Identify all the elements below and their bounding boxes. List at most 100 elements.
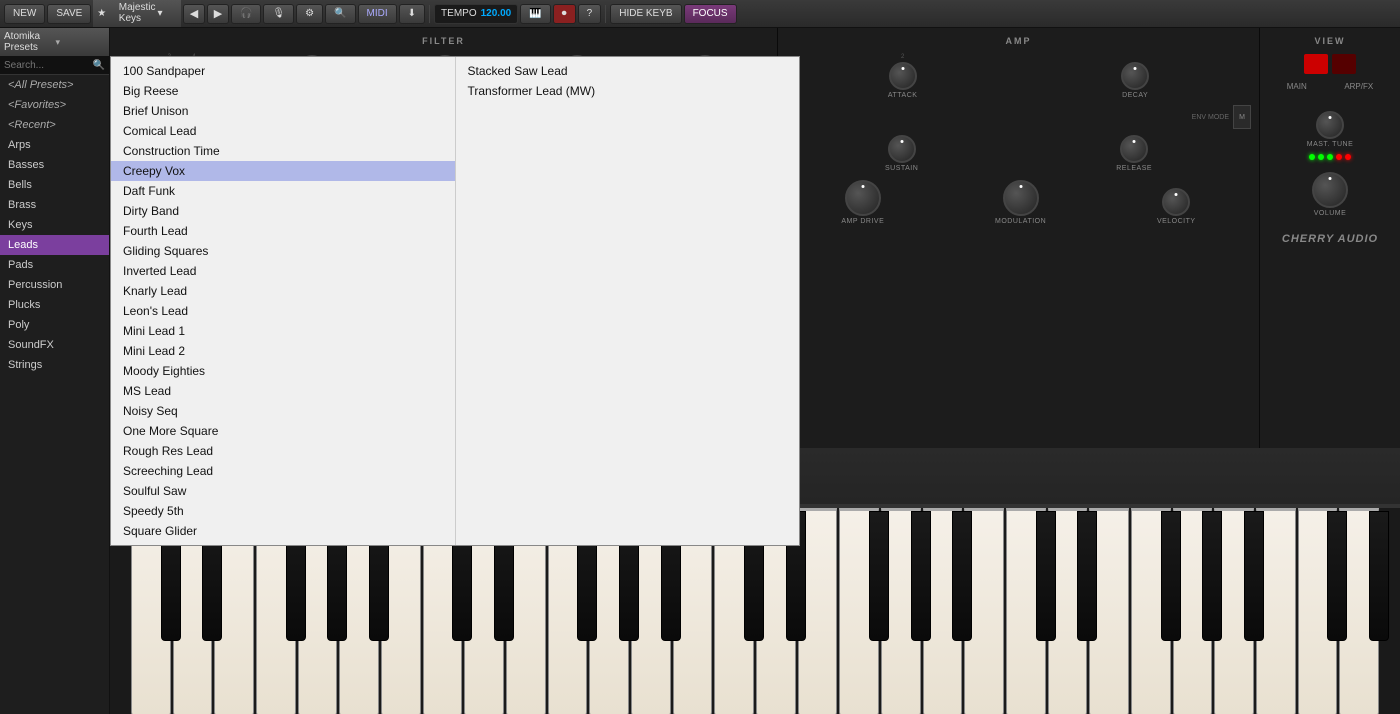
help-icon[interactable]: ? — [578, 4, 602, 24]
dropdown-item[interactable]: Speedy 5th — [111, 501, 455, 521]
amp-drive-knob[interactable] — [845, 180, 881, 216]
mast-tune-knob[interactable] — [1316, 111, 1344, 139]
led-row — [1268, 154, 1392, 160]
arp-fx-view-button[interactable] — [1332, 54, 1356, 74]
black-key[interactable] — [1369, 511, 1389, 641]
dropdown-item[interactable]: Big Reese — [111, 81, 455, 101]
mic-icon[interactable]: 🎙 — [263, 4, 294, 24]
amp-decay-container: DECAY — [1121, 62, 1149, 99]
nav-next-button[interactable]: ▶ — [207, 4, 229, 24]
main-area: Atomika Presets ▾ 🔍 <All Presets><Favori… — [0, 28, 1400, 714]
black-key[interactable] — [869, 511, 889, 641]
white-key[interactable] — [839, 508, 879, 714]
main-view-button[interactable] — [1304, 54, 1328, 74]
amp-release-knob[interactable] — [1120, 135, 1148, 163]
new-button[interactable]: NEW — [4, 4, 45, 24]
headphones-icon[interactable]: 🎧 — [231, 4, 261, 24]
dropdown-item[interactable]: Noisy Seq — [111, 401, 455, 421]
dropdown-item[interactable]: Screeching Lead — [111, 461, 455, 481]
dropdown-item[interactable]: Comical Lead — [111, 121, 455, 141]
black-key[interactable] — [1036, 511, 1056, 641]
category-item-bells[interactable]: Bells — [0, 175, 109, 195]
category-item-plucks[interactable]: Plucks — [0, 295, 109, 315]
bank-chevron: ▾ — [56, 37, 106, 48]
dropdown-item[interactable]: Leon's Lead — [111, 301, 455, 321]
search-icon[interactable]: 🔍 — [325, 4, 355, 24]
category-item-soundfx[interactable]: SoundFX — [0, 335, 109, 355]
category-item-basses[interactable]: Basses — [0, 155, 109, 175]
white-key[interactable] — [1298, 508, 1338, 714]
category-item-brass[interactable]: Brass — [0, 195, 109, 215]
led-red-1 — [1336, 154, 1342, 160]
midi-icon[interactable]: MIDI — [358, 4, 397, 24]
black-key[interactable] — [1161, 511, 1181, 641]
amp-decay-knob[interactable] — [1121, 62, 1149, 90]
divider2 — [605, 5, 606, 23]
white-key[interactable] — [1131, 508, 1171, 714]
dropdown-item[interactable]: Fourth Lead — [111, 221, 455, 241]
category-item-keys[interactable]: Keys — [0, 215, 109, 235]
hide-keyb-button[interactable]: HIDE KEYB — [610, 4, 681, 24]
view-title: VIEW — [1268, 36, 1392, 46]
white-key[interactable] — [1006, 508, 1046, 714]
led-green-2 — [1318, 154, 1324, 160]
dropdown-item[interactable]: Soulful Saw — [111, 481, 455, 501]
dropdown-item[interactable]: Dirty Band — [111, 201, 455, 221]
dropdown-item[interactable]: Moody Eighties — [111, 361, 455, 381]
dropdown-item[interactable]: Mini Lead 2 — [111, 341, 455, 361]
dropdown-item[interactable]: 100 Sandpaper — [111, 61, 455, 81]
view-btn-row — [1268, 54, 1392, 74]
plugin-icon[interactable]: ⬇ — [399, 4, 425, 24]
dropdown-item[interactable]: Transformer Lead (MW) — [456, 81, 800, 101]
settings-icon[interactable]: ⚙ — [296, 4, 323, 24]
amp-release-container: RELEASE — [1116, 135, 1152, 172]
modulation-container: MODULATION — [995, 180, 1046, 225]
category-item-arps[interactable]: Arps — [0, 135, 109, 155]
nav-prev-button[interactable]: ◀ — [183, 4, 205, 24]
amp-sustain-knob[interactable] — [888, 135, 916, 163]
amp-velocity-knob[interactable] — [1162, 188, 1190, 216]
dropdown-item[interactable]: Knarly Lead — [111, 281, 455, 301]
modulation-knob[interactable] — [1003, 180, 1039, 216]
dropdown-item[interactable]: Square Glider — [111, 521, 455, 541]
black-key[interactable] — [911, 511, 931, 641]
dropdown-item[interactable]: Daft Funk — [111, 181, 455, 201]
category-item--favorites-[interactable]: <Favorites> — [0, 95, 109, 115]
category-item--recent-[interactable]: <Recent> — [0, 115, 109, 135]
preset-selector[interactable]: ★ Majestic Keys ▾ — [93, 0, 181, 28]
dropdown-item[interactable]: Stacked Saw Lead — [456, 61, 800, 81]
category-item--all-presets-[interactable]: <All Presets> — [0, 75, 109, 95]
amp-title: AMP — [786, 36, 1251, 46]
brand-logo: CHERRY AUDIO — [1268, 233, 1392, 245]
led-green-3 — [1327, 154, 1333, 160]
dropdown-item[interactable]: Mini Lead 1 — [111, 321, 455, 341]
dropdown-item[interactable]: Rough Res Lead — [111, 441, 455, 461]
dropdown-item[interactable]: Gliding Squares — [111, 241, 455, 261]
volume-knob[interactable] — [1312, 172, 1348, 208]
category-item-strings[interactable]: Strings — [0, 355, 109, 375]
category-item-pads[interactable]: Pads — [0, 255, 109, 275]
amp-drive-container: AMP DRIVE — [841, 180, 884, 225]
bank-selector[interactable]: Atomika Presets ▾ — [0, 28, 109, 57]
category-item-poly[interactable]: Poly — [0, 315, 109, 335]
dropdown-item[interactable]: Creepy Vox — [111, 161, 455, 181]
category-item-percussion[interactable]: Percussion — [0, 275, 109, 295]
black-key[interactable] — [1202, 511, 1222, 641]
black-key[interactable] — [1077, 511, 1097, 641]
amp-attack-knob[interactable] — [889, 62, 917, 90]
dropdown-item[interactable]: One More Square — [111, 421, 455, 441]
piano-icon[interactable]: 🎹 — [520, 4, 550, 24]
save-button[interactable]: SAVE — [47, 4, 91, 24]
focus-button[interactable]: FOCUS — [684, 4, 737, 24]
black-key[interactable] — [1327, 511, 1347, 641]
dropdown-item[interactable]: MS Lead — [111, 381, 455, 401]
category-item-leads[interactable]: Leads — [0, 235, 109, 255]
dropdown-item[interactable]: Brief Unison — [111, 101, 455, 121]
dropdown-item[interactable]: Inverted Lead — [111, 261, 455, 281]
search-input[interactable] — [4, 60, 90, 71]
dropdown-item[interactable]: Construction Time — [111, 141, 455, 161]
black-key[interactable] — [1244, 511, 1264, 641]
amp-env-mode: M — [1233, 105, 1251, 129]
record-icon[interactable]: ⏺ — [553, 4, 576, 24]
black-key[interactable] — [952, 511, 972, 641]
